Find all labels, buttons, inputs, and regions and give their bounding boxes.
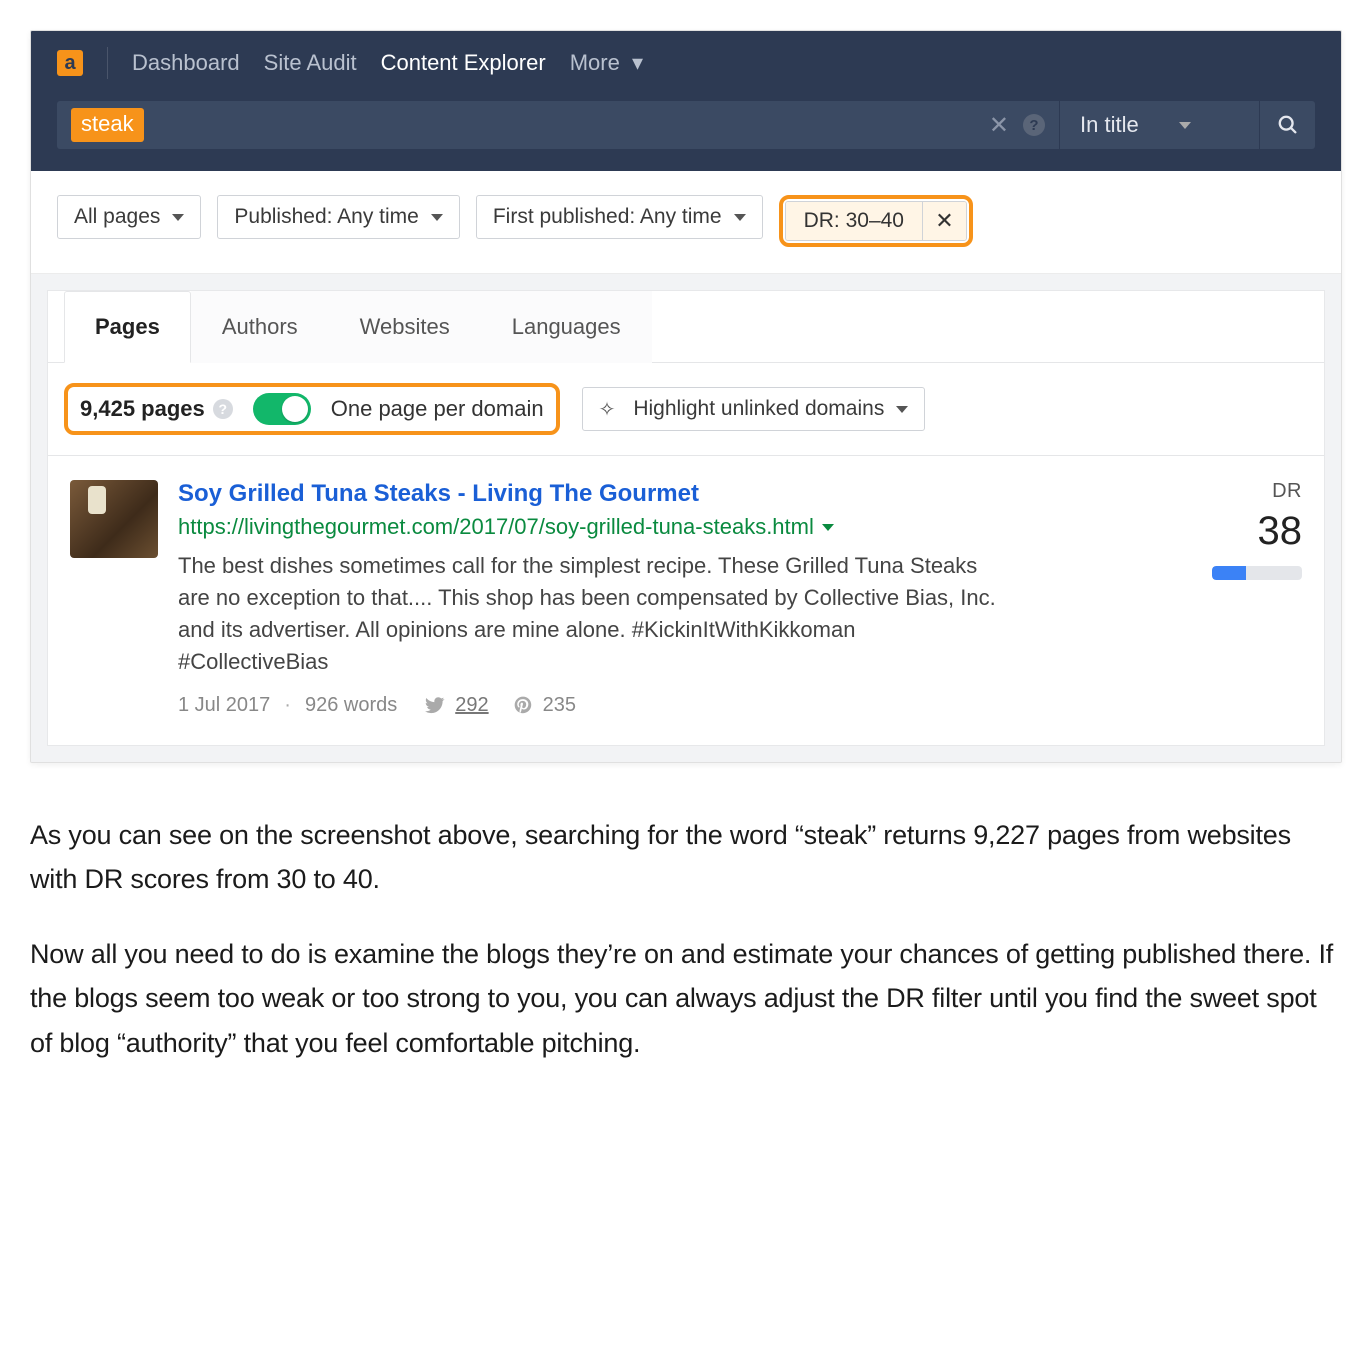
result-url[interactable]: https://livingthegourmet.com/2017/07/soy…	[178, 514, 1172, 540]
filter-dr-chip[interactable]: DR: 30–40 ✕	[785, 201, 967, 241]
nav-row: a Dashboard Site Audit Content Explorer …	[57, 31, 1315, 95]
filter-all-pages[interactable]: All pages	[57, 195, 201, 239]
pinterest-count: 235	[543, 694, 576, 717]
tab-languages[interactable]: Languages	[481, 291, 652, 363]
nav-site-audit[interactable]: Site Audit	[264, 50, 357, 76]
chevron-down-icon	[172, 214, 184, 221]
result-url-text: https://livingthegourmet.com/2017/07/soy…	[178, 514, 814, 540]
nav-more-label: More	[570, 50, 620, 75]
tab-authors[interactable]: Authors	[191, 291, 329, 363]
toggle-knob	[282, 396, 308, 422]
search-icon	[1277, 114, 1299, 136]
nav-more[interactable]: More ▾	[570, 50, 643, 76]
filter-bar: All pages Published: Any time First publ…	[31, 171, 1341, 274]
filter-dr-label: DR: 30–40	[786, 202, 922, 240]
result-word-count: 926 words	[305, 694, 397, 717]
one-page-per-domain-toggle[interactable]	[253, 393, 311, 425]
chevron-down-icon	[431, 214, 443, 221]
result-meta: 1 Jul 2017 926 words 292 235	[178, 694, 1172, 717]
result-date: 1 Jul 2017	[178, 694, 270, 717]
twitter-icon	[425, 695, 445, 715]
tab-pages[interactable]: Pages	[64, 291, 191, 363]
filter-first-published[interactable]: First published: Any time	[476, 195, 763, 239]
dr-bar	[1212, 566, 1302, 580]
close-icon[interactable]: ✕	[922, 202, 966, 240]
search-button[interactable]	[1259, 101, 1315, 149]
dr-label: DR	[1192, 480, 1302, 503]
clear-icon[interactable]: ✕	[989, 111, 1009, 140]
chevron-down-icon	[896, 406, 908, 413]
result-title-link[interactable]: Soy Grilled Tuna Steaks - Living The Gou…	[178, 480, 1172, 508]
search-row: steak ✕ ? In title	[57, 101, 1315, 149]
result-description: The best dishes sometimes call for the s…	[178, 550, 998, 678]
count-highlight: 9,425 pages ? One page per domain	[64, 383, 560, 435]
brand-logo[interactable]: a	[57, 50, 83, 76]
count-value: 9,425 pages	[80, 396, 205, 422]
link-icon: ✧	[599, 397, 616, 422]
filter-label: All pages	[74, 205, 160, 229]
results-header: 9,425 pages ? One page per domain ✧ High…	[48, 363, 1324, 456]
filter-label: First published: Any time	[493, 205, 722, 229]
result-thumbnail[interactable]	[70, 480, 158, 558]
topbar: a Dashboard Site Audit Content Explorer …	[31, 31, 1341, 171]
content-area: Pages Authors Websites Languages 9,425 p…	[31, 274, 1341, 762]
toggle-label: One page per domain	[331, 396, 544, 422]
filter-published[interactable]: Published: Any time	[217, 195, 459, 239]
article-paragraph-2: Now all you need to do is examine the bl…	[30, 932, 1342, 1066]
results-panel: Pages Authors Websites Languages 9,425 p…	[47, 290, 1325, 746]
separator	[280, 694, 295, 717]
twitter-count[interactable]: 292	[455, 694, 488, 717]
chevron-down-icon	[822, 524, 834, 531]
tabs: Pages Authors Websites Languages	[48, 291, 1324, 363]
help-icon[interactable]: ?	[213, 399, 233, 419]
dr-bar-fill	[1212, 566, 1246, 580]
search-scope-label: In title	[1080, 112, 1139, 138]
help-icon[interactable]: ?	[1023, 114, 1045, 136]
search-input[interactable]: steak ✕ ?	[57, 101, 1059, 149]
search-tag[interactable]: steak	[71, 108, 144, 142]
app-screenshot: a Dashboard Site Audit Content Explorer …	[30, 30, 1342, 763]
results-count: 9,425 pages ?	[80, 396, 233, 422]
nav-content-explorer[interactable]: Content Explorer	[381, 50, 546, 76]
chevron-down-icon: ▾	[632, 50, 643, 75]
highlight-unlinked-button[interactable]: ✧ Highlight unlinked domains	[582, 387, 926, 431]
nav-dashboard[interactable]: Dashboard	[132, 50, 240, 76]
chevron-down-icon	[1179, 122, 1191, 129]
nav-divider	[107, 47, 108, 79]
highlight-label: Highlight unlinked domains	[633, 397, 884, 421]
search-scope-select[interactable]: In title	[1059, 101, 1259, 149]
chevron-down-icon	[734, 214, 746, 221]
result-row: Soy Grilled Tuna Steaks - Living The Gou…	[48, 456, 1324, 745]
pinterest-icon	[513, 695, 533, 715]
article-paragraph-1: As you can see on the screenshot above, …	[30, 813, 1342, 902]
result-main: Soy Grilled Tuna Steaks - Living The Gou…	[178, 480, 1172, 717]
dr-value: 38	[1192, 509, 1302, 554]
filter-label: Published: Any time	[234, 205, 418, 229]
result-dr-column: DR 38	[1192, 480, 1302, 717]
tab-websites[interactable]: Websites	[329, 291, 481, 363]
filter-dr-highlight: DR: 30–40 ✕	[779, 195, 973, 247]
